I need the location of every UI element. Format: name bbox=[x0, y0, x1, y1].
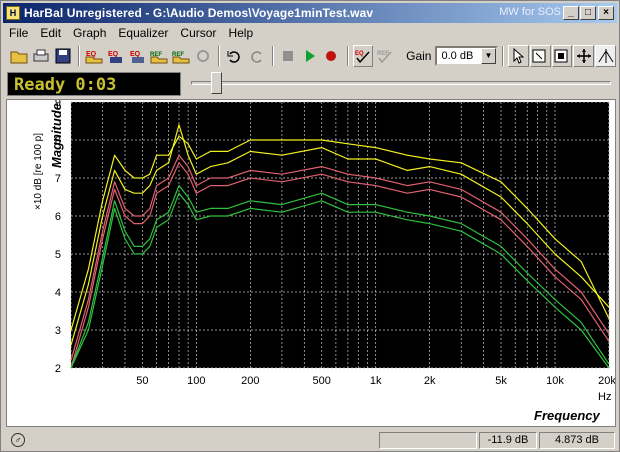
menu-graph[interactable]: Graph bbox=[67, 26, 112, 40]
graph-panel: 23456789 50 100 200 500 1k 2k 5k 10k 20k Magnitu… bbox=[6, 97, 616, 427]
x-tick-label: 500 bbox=[313, 375, 331, 387]
app-icon[interactable]: H bbox=[6, 6, 20, 20]
record-icon[interactable] bbox=[321, 45, 342, 67]
position-slider-thumb[interactable] bbox=[211, 72, 222, 94]
y-tick-label: 2 bbox=[55, 363, 61, 375]
menu-bar: File Edit Graph Equalizer Cursor Help bbox=[3, 24, 617, 42]
eq-toggle-icon[interactable]: EQ bbox=[352, 45, 374, 67]
toolbar: EQ EQ EQ REF REF EQ REF Gain 0.0 dB ▼ bbox=[3, 43, 617, 69]
svg-text:EQ: EQ bbox=[130, 51, 141, 58]
toolbar-separator bbox=[346, 46, 349, 66]
x-tick-label: 200 bbox=[241, 375, 259, 387]
undo-icon[interactable] bbox=[224, 45, 245, 67]
gain-label: Gain bbox=[406, 49, 432, 63]
eq-saveas-icon[interactable]: EQ bbox=[127, 45, 148, 67]
svg-text:EQ: EQ bbox=[108, 51, 119, 58]
status-cell-empty bbox=[379, 432, 477, 449]
x-tick-label: 100 bbox=[187, 375, 205, 387]
gain-select[interactable]: 0.0 dB ▼ bbox=[435, 46, 499, 66]
title-bar[interactable]: H HarBal Unregistered - G:\Audio Demos\V… bbox=[3, 3, 617, 23]
pointer-icon[interactable] bbox=[508, 45, 529, 67]
eq-open-icon[interactable]: EQ bbox=[84, 45, 105, 67]
x-tick-label: 10k bbox=[546, 375, 564, 387]
toolbar-separator bbox=[78, 46, 81, 66]
y-tick-label: 5 bbox=[55, 249, 61, 261]
menu-help[interactable]: Help bbox=[222, 26, 259, 40]
x-tick-label: 1k bbox=[370, 375, 382, 387]
x-tick-label: 20k bbox=[598, 375, 615, 387]
toolbar-separator bbox=[218, 46, 221, 66]
stop-icon[interactable] bbox=[278, 45, 299, 67]
eq-save-icon[interactable]: EQ bbox=[106, 45, 127, 67]
y-tick-label: 4 bbox=[55, 287, 61, 299]
status-cursor-reading: 4.873 dB bbox=[539, 432, 615, 449]
zoom-select-icon[interactable] bbox=[529, 45, 551, 67]
menu-cursor[interactable]: Cursor bbox=[174, 26, 222, 40]
position-slider-track[interactable] bbox=[191, 81, 611, 85]
x-axis-label: Frequency bbox=[534, 408, 601, 423]
toolbar-separator bbox=[502, 46, 505, 66]
y-tick-label: 7 bbox=[55, 173, 61, 185]
resize-grip-icon[interactable]: ♂ bbox=[11, 433, 25, 447]
y-axis-label: Magnitude bbox=[49, 103, 64, 168]
minimize-button[interactable]: _ bbox=[563, 6, 579, 20]
print-icon[interactable] bbox=[31, 45, 52, 67]
svg-text:EQ: EQ bbox=[355, 51, 364, 57]
maximize-button[interactable]: □ bbox=[580, 6, 596, 20]
move-icon[interactable] bbox=[573, 45, 595, 67]
x-tick-label: 5k bbox=[495, 375, 507, 387]
play-icon[interactable] bbox=[299, 45, 320, 67]
magnitude-chart[interactable]: 23456789 50 100 200 500 1k 2k 5k 10k 20k Magnitu… bbox=[7, 97, 616, 426]
window-title: HarBal Unregistered - G:\Audio Demos\Voy… bbox=[24, 6, 374, 20]
menu-file[interactable]: File bbox=[3, 26, 34, 40]
zoom-fit-icon[interactable] bbox=[551, 45, 573, 67]
window-tag: MW for SOS bbox=[499, 6, 561, 18]
app-window: H HarBal Unregistered - G:\Audio Demos\V… bbox=[0, 0, 620, 452]
peak-icon[interactable] bbox=[595, 45, 617, 67]
y-tick-label: 6 bbox=[55, 211, 61, 223]
x-axis-unit: Hz bbox=[598, 391, 611, 403]
ref-toggle-icon[interactable]: REF bbox=[374, 45, 395, 67]
menu-edit[interactable]: Edit bbox=[34, 26, 67, 40]
y-axis-unit: ×10 dB [re 100 p] bbox=[33, 133, 44, 210]
toolbar-separator bbox=[271, 46, 274, 66]
menu-equalizer[interactable]: Equalizer bbox=[112, 26, 174, 40]
ref-open-icon[interactable]: REF bbox=[149, 45, 170, 67]
chevron-down-icon[interactable]: ▼ bbox=[481, 48, 497, 64]
close-button[interactable]: × bbox=[598, 6, 614, 20]
x-tick-label: 2k bbox=[424, 375, 436, 387]
ref-load-icon[interactable]: REF bbox=[171, 45, 192, 67]
x-tick-label: 50 bbox=[136, 375, 148, 387]
x-tick-labels: 50 100 200 500 1k 2k 5k 10k 20k bbox=[136, 375, 616, 387]
redo-icon[interactable] bbox=[246, 45, 267, 67]
gain-value: 0.0 dB bbox=[441, 50, 474, 62]
ready-display: Ready 0:03 bbox=[7, 72, 181, 96]
status-gain-reading: -11.9 dB bbox=[479, 432, 537, 449]
status-bar: ♂ -11.9 dB 4.873 dB bbox=[3, 430, 617, 450]
refresh-icon[interactable] bbox=[193, 45, 214, 67]
save-icon[interactable] bbox=[52, 45, 73, 67]
y-tick-label: 3 bbox=[55, 325, 61, 337]
open-folder-icon[interactable] bbox=[9, 45, 30, 67]
